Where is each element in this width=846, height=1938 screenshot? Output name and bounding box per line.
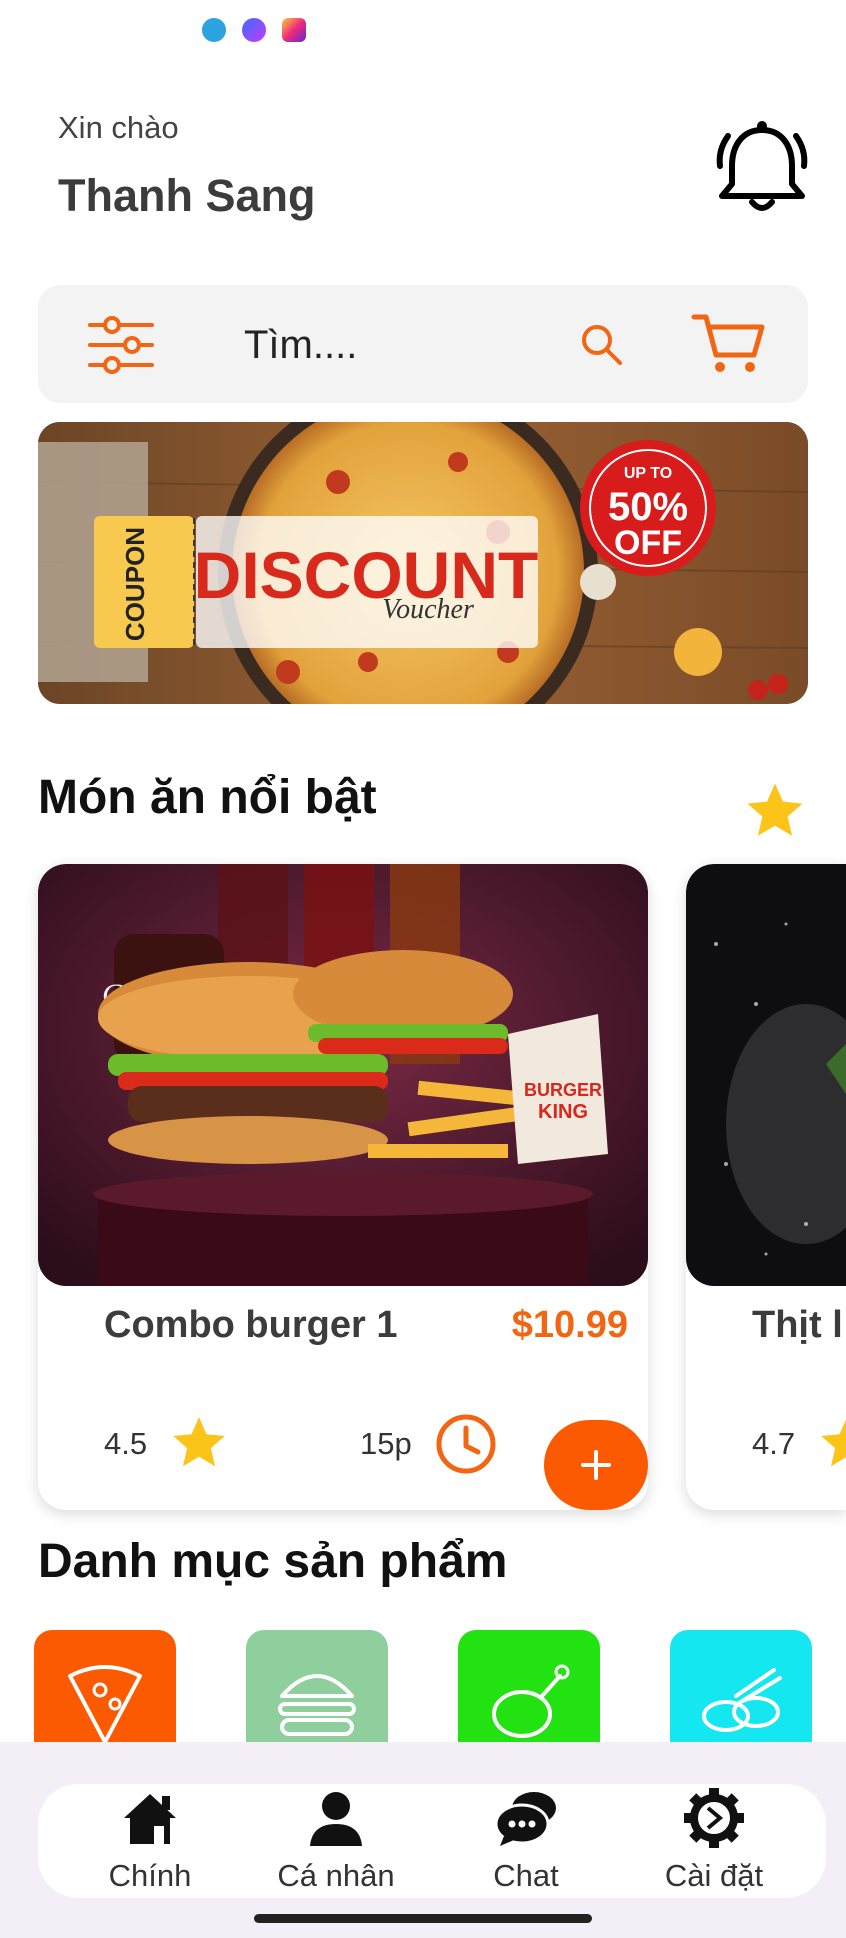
food-image xyxy=(686,864,846,1286)
pizza-icon xyxy=(68,1665,142,1742)
telegram-icon xyxy=(202,18,226,42)
categories-title: Danh mục sản phẩm xyxy=(38,1535,508,1588)
category-pizza[interactable] xyxy=(34,1630,176,1742)
food-card[interactable]: Coca-Cola BURGER KING Combo burger 1 $10… xyxy=(38,864,648,1510)
food-rating: 4.5 xyxy=(104,1426,148,1461)
nav-item-chat[interactable]: Chat xyxy=(436,1784,616,1898)
star-icon xyxy=(821,1419,846,1467)
nav-label-chat: Chat xyxy=(493,1858,559,1893)
add-to-cart-button[interactable] xyxy=(544,1420,648,1510)
star-icon[interactable] xyxy=(740,778,810,844)
coupon-label: COUPON xyxy=(120,527,150,641)
category-chicken[interactable] xyxy=(458,1630,600,1742)
instagram-icon xyxy=(282,18,306,42)
nav-item-profile[interactable]: Cá nhân xyxy=(246,1784,426,1898)
messenger-icon xyxy=(242,18,266,42)
clock-icon xyxy=(436,1414,496,1474)
discount-banner[interactable]: COUPON DISCOUNT Voucher UP TO 50% OFF xyxy=(38,422,808,704)
search-input[interactable]: Tìm.... xyxy=(244,323,357,368)
nav-item-home[interactable]: Chính xyxy=(60,1784,240,1898)
voucher-subline: Voucher xyxy=(382,594,474,625)
bell-icon[interactable] xyxy=(712,116,812,220)
brand-logo-line1: BURGER xyxy=(524,1080,602,1100)
chicken-icon xyxy=(492,1664,570,1738)
category-burger[interactable] xyxy=(246,1630,388,1742)
food-rating: 4.7 xyxy=(752,1426,796,1461)
badge-top: UP TO xyxy=(624,465,672,482)
category-sushi[interactable] xyxy=(670,1630,812,1742)
food-price: $10.99 xyxy=(511,1304,628,1346)
badge-bottom: OFF xyxy=(614,524,682,562)
greeting-label: Xin chào xyxy=(58,110,179,145)
home-indicator[interactable] xyxy=(254,1914,592,1923)
category-list xyxy=(0,1630,846,1742)
search-icon[interactable] xyxy=(578,321,624,367)
nav-label-home: Chính xyxy=(108,1858,192,1893)
person-icon xyxy=(310,1792,362,1846)
food-name: Combo burger 1 xyxy=(104,1304,398,1346)
cart-icon[interactable] xyxy=(690,311,766,377)
username: Thanh Sang xyxy=(58,170,316,221)
star-icon xyxy=(173,1417,225,1467)
gear-icon xyxy=(684,1788,744,1848)
search-bar[interactable]: Tìm.... xyxy=(38,285,808,403)
food-time: 15p xyxy=(360,1426,412,1461)
nav-label-settings: Cài đặt xyxy=(664,1858,764,1893)
food-card[interactable]: Thịt l 4.7 xyxy=(686,864,846,1510)
discount-headline: DISCOUNT xyxy=(194,538,539,612)
burger-icon xyxy=(278,1674,356,1736)
brand-logo-line2: KING xyxy=(538,1101,588,1123)
food-name: Thịt l xyxy=(752,1304,843,1346)
status-icons xyxy=(202,18,306,42)
filter-icon[interactable] xyxy=(86,313,156,377)
nav-item-settings[interactable]: Cài đặt xyxy=(624,1784,804,1898)
food-image: Coca-Cola BURGER KING xyxy=(38,864,648,1286)
nav-label-profile: Cá nhân xyxy=(277,1858,395,1893)
badge-value: 50% xyxy=(608,485,688,529)
sushi-icon xyxy=(702,1668,782,1732)
banner-artwork: COUPON DISCOUNT Voucher UP TO 50% OFF xyxy=(38,422,808,704)
bottom-nav: Chính Cá nhân Chat Cài đặt xyxy=(38,1784,826,1898)
chat-icon xyxy=(494,1792,556,1846)
home-icon xyxy=(124,1794,176,1844)
featured-title: Món ăn nổi bật xyxy=(38,771,377,824)
plus-icon xyxy=(581,1450,611,1480)
